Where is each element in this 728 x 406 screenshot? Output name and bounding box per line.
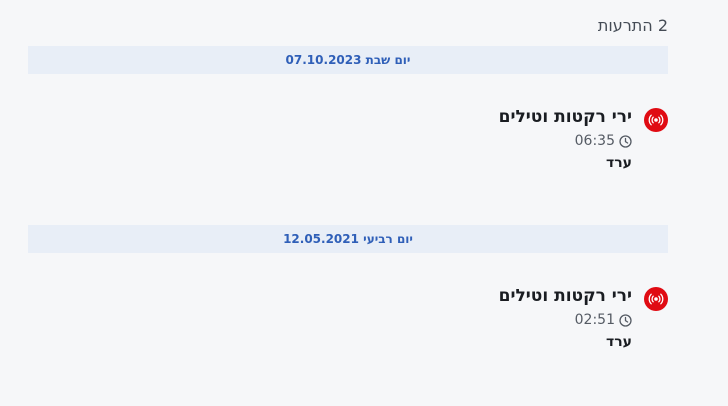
clock-icon — [619, 313, 632, 327]
alert-time: 06:35 — [575, 132, 632, 150]
siren-icon — [644, 108, 668, 132]
alert-location: ערד — [606, 334, 632, 350]
alert-item[interactable]: ירי רקטות וטילים 06:35 ערד — [408, 106, 668, 172]
alert-item[interactable]: ירי רקטות וטילים 02:51 ערד — [408, 285, 668, 351]
alerts-count: 2 התרעות — [597, 16, 668, 35]
alert-body: ירי רקטות וטילים 02:51 ערד — [499, 285, 632, 351]
clock-icon — [619, 134, 632, 148]
alert-body: ירי רקטות וטילים 06:35 ערד — [499, 106, 632, 172]
alert-title: ירי רקטות וטילים — [498, 107, 632, 127]
alert-time-value: 06:35 — [574, 133, 615, 149]
alert-time: 02:51 — [575, 311, 632, 329]
alert-title: ירי רקטות וטילים — [498, 286, 632, 306]
day-header-label: יום שבת 07.10.2023 — [285, 53, 411, 67]
alerts-history: 2 התרעות יום שבת 07.10.2023 ירי רקטות וט… — [0, 0, 728, 406]
day-header-label: יום רביעי 12.05.2021 — [283, 232, 413, 246]
day-header: יום שבת 07.10.2023 — [28, 46, 668, 74]
alert-location: ערד — [606, 155, 632, 171]
day-header: יום רביעי 12.05.2021 — [28, 225, 668, 253]
siren-icon — [644, 287, 668, 311]
alert-time-value: 02:51 — [574, 312, 615, 328]
